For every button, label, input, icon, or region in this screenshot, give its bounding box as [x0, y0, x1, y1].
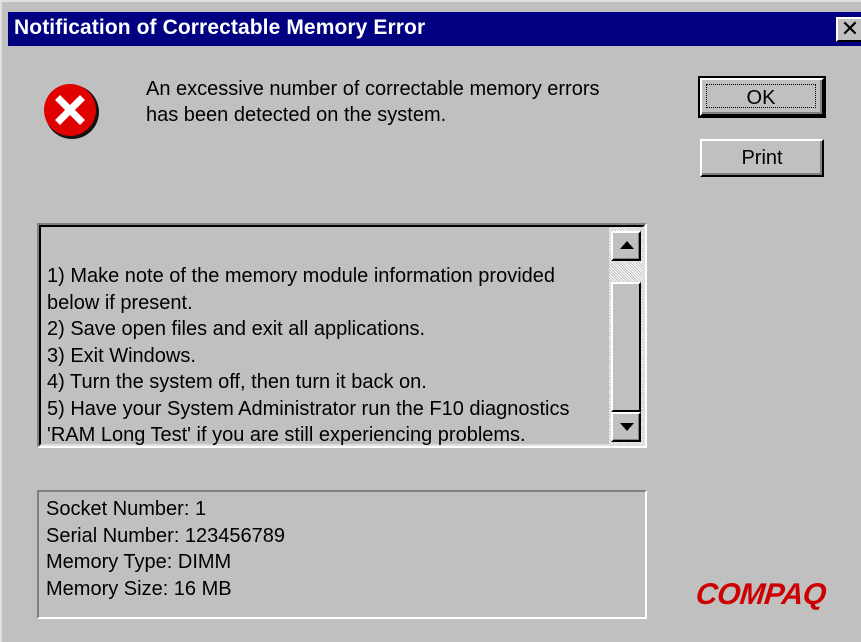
print-button[interactable]: Print	[700, 139, 824, 177]
compaq-logo: COMPAQ	[694, 578, 828, 611]
memory-info-panel: Socket Number: 1 Serial Number: 12345678…	[37, 490, 647, 619]
socket-number: Socket Number: 1	[46, 498, 207, 520]
message-line: An excessive number of correctable memor…	[146, 78, 600, 100]
instruction-line: 3) Exit Windows.	[47, 344, 196, 367]
memory-size: Memory Size: 16 MB	[46, 577, 232, 600]
close-button[interactable]: ✕	[836, 17, 861, 42]
error-message: An excessive number of correctable memor…	[146, 76, 666, 128]
instruction-line: 4) Turn the system off, then turn it bac…	[47, 371, 427, 393]
arrow-up-icon	[620, 241, 634, 249]
instruction-line: below if present.	[47, 291, 193, 314]
vertical-scrollbar[interactable]	[609, 227, 643, 444]
scroll-up-button[interactable]	[611, 231, 641, 261]
ok-button[interactable]: OK	[698, 76, 826, 118]
instructions-textbox[interactable]: 1) Make note of the memory module inform…	[37, 223, 647, 448]
memory-type: Memory Type: DIMM	[46, 551, 232, 573]
memory-info-text: Socket Number: 1 Serial Number: 12345678…	[46, 496, 285, 602]
title-bar[interactable]: Notification of Correctable Memory Error…	[8, 12, 861, 46]
message-line: has been detected on the system.	[146, 104, 447, 126]
instruction-line: 5) Have your System Administrator run th…	[47, 397, 570, 420]
serial-number: Serial Number: 123456789	[46, 524, 286, 547]
arrow-down-icon	[620, 423, 634, 431]
dialog-window: Notification of Correctable Memory Error…	[0, 0, 861, 642]
ok-button-label: OK	[706, 84, 816, 109]
window-title: Notification of Correctable Memory Error	[14, 16, 426, 39]
instructions-text: 1) Make note of the memory module inform…	[47, 263, 607, 449]
instruction-line: 2) Save open files and exit all applicat…	[47, 318, 426, 340]
scroll-thumb[interactable]	[611, 282, 641, 412]
instruction-line: 'RAM Long Test' if you are still experie…	[47, 424, 526, 446]
instruction-line: 1) Make note of the memory module inform…	[47, 265, 556, 287]
error-x-icon	[44, 84, 99, 139]
close-icon: ✕	[840, 16, 860, 41]
scroll-down-button[interactable]	[611, 412, 641, 442]
